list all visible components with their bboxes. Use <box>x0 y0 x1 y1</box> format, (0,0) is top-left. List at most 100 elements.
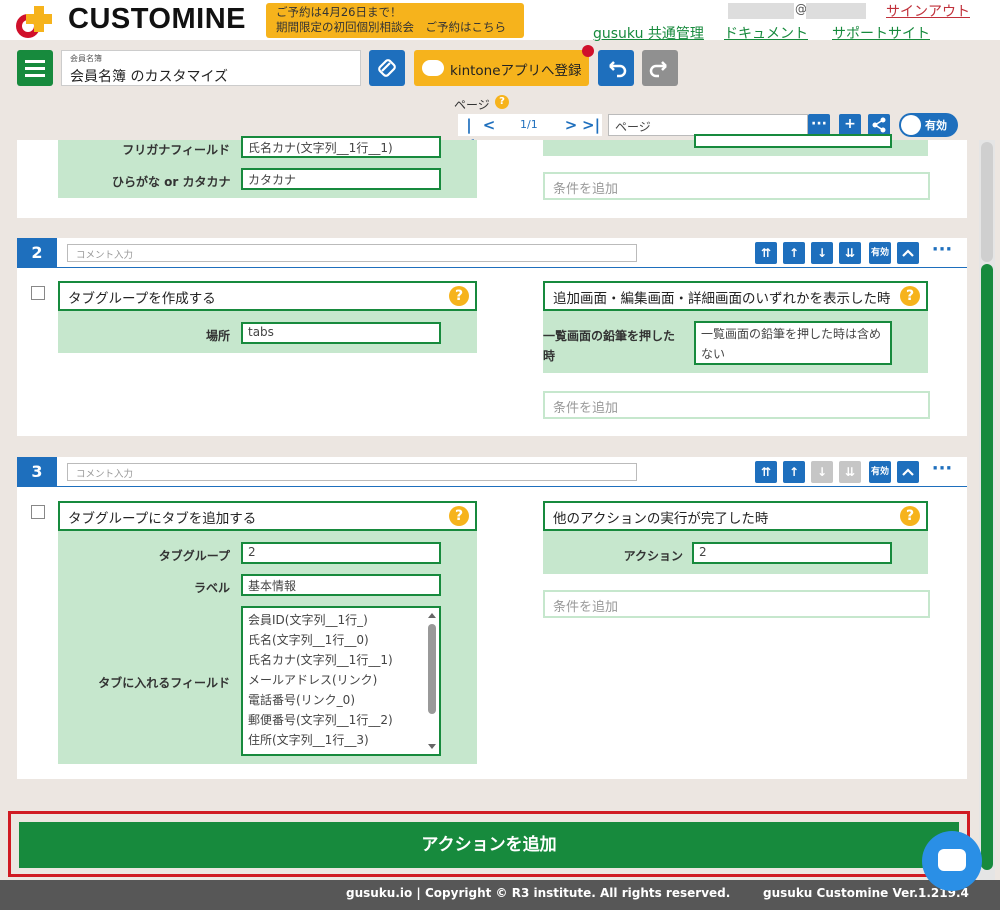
support-site-link[interactable]: サポートサイト <box>832 23 930 43</box>
move-down-button[interactable]: ↓ <box>811 461 833 483</box>
kana-type-input[interactable]: カタカナ <box>241 168 441 190</box>
toggle-label: 有効 <box>925 119 947 132</box>
kintone-register-label: kintoneアプリへ登録 <box>450 63 582 79</box>
effective-button[interactable]: 有効 <box>869 461 891 483</box>
add-condition-field[interactable]: 条件を追加 <box>543 172 930 200</box>
action-checkbox[interactable] <box>31 286 45 300</box>
list-item[interactable]: 氏名(文字列__1行__0) <box>248 631 369 648</box>
chevron-up-icon <box>902 468 914 476</box>
move-up-button[interactable]: ↑ <box>783 461 805 483</box>
menu-button[interactable] <box>17 50 53 86</box>
user-email-masked-right <box>806 3 866 19</box>
add-condition-field[interactable]: 条件を追加 <box>543 391 930 419</box>
next-page-icon[interactable]: > <box>562 116 580 134</box>
action-title[interactable]: タブグループを作成する <box>58 281 477 311</box>
action-panel-2: 2 コメント入力 ⇈ ↑ ↓ ⇊ 有効 ··· タブグループを作成する ? 場所… <box>17 238 967 436</box>
field-label: 場所 <box>205 329 230 343</box>
user-email-masked-left <box>728 3 794 19</box>
page-help-icon[interactable]: ? <box>495 95 509 109</box>
more-options-icon[interactable]: ··· <box>929 241 955 263</box>
move-top-button[interactable]: ⇈ <box>755 461 777 483</box>
panel-divider <box>57 267 967 268</box>
notification-dot <box>582 45 594 57</box>
move-top-button[interactable]: ⇈ <box>755 242 777 264</box>
toggle-knob <box>901 115 921 135</box>
hamburger-icon-line <box>25 67 45 70</box>
condition-field-input[interactable] <box>694 134 892 148</box>
move-up-button[interactable]: ↑ <box>783 242 805 264</box>
arrow-up-icon[interactable] <box>427 611 437 621</box>
redo-button[interactable] <box>642 50 678 86</box>
hamburger-icon-line <box>25 74 45 77</box>
move-bottom-button[interactable]: ⇊ <box>839 461 861 483</box>
arrow-down-icon[interactable] <box>427 741 437 751</box>
tab-label-input[interactable]: 基本情報 <box>241 574 441 596</box>
prev-page-icon[interactable]: < <box>480 116 498 134</box>
collapse-button[interactable] <box>897 242 919 264</box>
help-icon[interactable]: ? <box>449 286 469 306</box>
condition-title[interactable]: 追加画面・編集画面・詳細画面のいずれかを表示した時 <box>543 281 928 311</box>
page-select[interactable]: ページ <box>608 114 808 136</box>
comment-input[interactable]: コメント入力 <box>67 244 637 262</box>
list-item[interactable]: 郵便番号(文字列__1行__2) <box>248 711 393 728</box>
add-page-button[interactable]: + <box>839 114 861 136</box>
action-title[interactable]: タブグループにタブを追加する <box>58 501 477 531</box>
move-bottom-button[interactable]: ⇊ <box>839 242 861 264</box>
page-more-button[interactable]: ··· <box>808 114 830 136</box>
list-item[interactable]: 氏名カナ(文字列__1行__1) <box>248 651 393 668</box>
furigana-field-input[interactable]: 氏名カナ(文字列__1行__1) <box>241 136 441 158</box>
action-number: 3 <box>17 457 57 487</box>
action-panel-1: フリガナフィールド 氏名カナ(文字列__1行__1) ひらがな or カタカナ … <box>17 134 967 218</box>
pencil-option-select[interactable]: 一覧画面の鉛筆を押した時は含めない <box>694 321 892 365</box>
collapse-button[interactable] <box>897 461 919 483</box>
promo-line-2: 期間限定の初回個別相談会 ご予約はこちら <box>276 20 506 34</box>
list-item[interactable]: 会員ID(文字列__1行_) <box>248 611 368 628</box>
add-action-button[interactable]: アクションを追加 <box>19 822 959 868</box>
list-item[interactable]: 電話番号(リンク_0) <box>248 691 355 708</box>
link-button[interactable] <box>369 50 405 86</box>
listbox-scroll-thumb[interactable] <box>428 624 436 714</box>
add-condition-field[interactable]: 条件を追加 <box>543 590 930 618</box>
location-input[interactable]: tabs <box>241 322 441 344</box>
condition-title[interactable]: 他のアクションの実行が完了した時 <box>543 501 928 531</box>
list-item[interactable]: メールアドレス(リンク) <box>248 671 377 688</box>
logo-text[interactable]: CUSTOMINE <box>68 3 246 36</box>
hamburger-icon <box>25 60 45 63</box>
action-select[interactable]: 2 <box>692 542 892 564</box>
tab-group-input[interactable]: 2 <box>241 542 441 564</box>
help-icon[interactable]: ? <box>449 506 469 526</box>
promo-banner[interactable]: ご予約は4月26日まで！ 期間限定の初回個別相談会 ご予約はこちら <box>266 3 524 38</box>
last-page-icon[interactable]: >| <box>582 116 600 134</box>
action-checkbox[interactable] <box>31 505 45 519</box>
paperclip-icon <box>378 59 396 77</box>
main-scrollbar[interactable] <box>979 140 995 880</box>
chat-support-button[interactable] <box>922 831 982 891</box>
help-icon[interactable]: ? <box>900 286 920 306</box>
app-title-box[interactable]: 会員名簿 会員名簿 のカスタマイズ <box>61 50 361 86</box>
listbox-scrollbar[interactable] <box>427 610 437 752</box>
effective-button[interactable]: 有効 <box>869 242 891 264</box>
tab-fields-listbox[interactable]: 会員ID(文字列__1行_) 氏名(文字列__1行__0) 氏名カナ(文字列__… <box>241 606 441 756</box>
copyright-text: gusuku.io | Copyright © R3 institute. Al… <box>346 886 731 900</box>
help-icon[interactable]: ? <box>900 506 920 526</box>
chat-bubble-icon <box>938 849 966 871</box>
common-admin-link[interactable]: gusuku 共通管理 <box>593 23 704 43</box>
page-enable-toggle[interactable]: 有効 <box>899 113 958 137</box>
documents-link[interactable]: ドキュメント <box>724 23 808 43</box>
page-number: 1/1 <box>520 118 538 131</box>
undo-button[interactable] <box>598 50 634 86</box>
header: CUSTOMINE ご予約は4月26日まで！ 期間限定の初回個別相談会 ご予約は… <box>0 0 1000 43</box>
customine-logo-icon[interactable] <box>14 2 54 40</box>
page-tree-button[interactable] <box>868 114 890 136</box>
list-item[interactable]: 住所(文字列__1行__3) <box>248 731 369 748</box>
signout-link[interactable]: サインアウト <box>886 1 970 21</box>
more-options-icon[interactable]: ··· <box>929 460 955 482</box>
scrollbar-thumb[interactable] <box>981 264 993 870</box>
move-down-button[interactable]: ↓ <box>811 242 833 264</box>
scrollbar-track-upper[interactable] <box>981 142 993 262</box>
action-panel-3: 3 コメント入力 ⇈ ↑ ↓ ⇊ 有効 ··· タブグループにタブを追加する ?… <box>17 457 967 779</box>
kintone-register-button[interactable]: kintoneアプリへ登録 <box>414 50 589 86</box>
comment-input[interactable]: コメント入力 <box>67 463 637 481</box>
first-page-icon[interactable]: |< <box>460 116 478 152</box>
app-caption: 会員名簿 <box>70 54 102 63</box>
